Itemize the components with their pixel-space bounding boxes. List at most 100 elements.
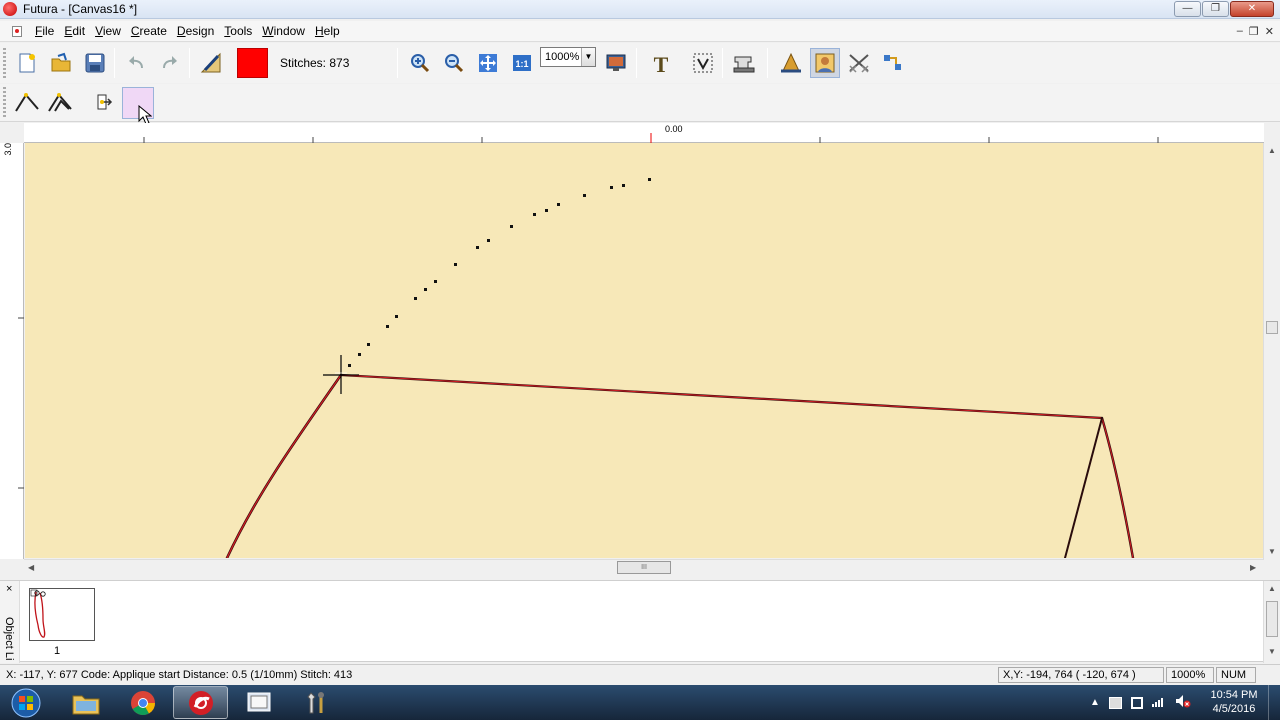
sew-machine-button[interactable] — [729, 48, 759, 78]
object-list-scroll-thumb[interactable] — [1266, 601, 1278, 637]
toolbar-separator — [722, 48, 723, 78]
horizontal-ruler: 0.00 — [24, 123, 1264, 143]
menu-edit[interactable]: Edit — [59, 24, 90, 38]
zoom-level-select[interactable]: 1000% ▼ — [540, 47, 596, 67]
scroll-right-icon[interactable]: ▶ — [1250, 563, 1256, 572]
menu-design[interactable]: Design — [172, 24, 219, 38]
vertical-scroll-thumb[interactable] — [1266, 321, 1278, 334]
sewing-machine-icon — [733, 56, 755, 73]
show-desktop-button[interactable] — [1268, 685, 1280, 720]
toolbar-grip[interactable] — [3, 87, 6, 117]
chevron-down-icon[interactable]: ▼ — [581, 48, 595, 66]
design-canvas[interactable] — [25, 143, 1263, 558]
canvas-horizontal-scrollbar[interactable]: ◀ III ▶ — [24, 559, 1264, 575]
scroll-down-icon[interactable]: ▼ — [1268, 647, 1276, 656]
cross-stitch-button[interactable] — [844, 48, 874, 78]
taskbar-window-group[interactable] — [231, 686, 286, 719]
scroll-up-icon[interactable]: ▲ — [1268, 584, 1276, 593]
insert-point-button[interactable] — [88, 87, 118, 117]
wizard-hat-icon — [781, 52, 801, 73]
tray-device-icon[interactable] — [1130, 696, 1143, 709]
close-button[interactable]: ✕ — [1230, 1, 1274, 17]
tools-icon — [306, 691, 324, 713]
document-icon[interactable] — [12, 25, 22, 37]
redo-button[interactable] — [155, 48, 185, 78]
canvas-vertical-scrollbar[interactable]: ▲ ▼ — [1263, 143, 1280, 559]
status-numlock: NUM — [1216, 667, 1256, 683]
volume-muted-icon[interactable] — [1175, 694, 1191, 711]
undo-arrow-icon — [129, 56, 143, 69]
undo-button[interactable] — [121, 48, 151, 78]
window-stack-icon — [247, 692, 270, 711]
toolbar-separator — [767, 48, 768, 78]
open-folder-icon — [51, 52, 71, 72]
select-region-button[interactable] — [688, 48, 718, 78]
minimize-button[interactable]: — — [1174, 1, 1201, 17]
scroll-left-icon[interactable]: ◀ — [28, 563, 34, 572]
network-signal-icon[interactable] — [1151, 695, 1166, 710]
object-list-sidebar: × Object Li — [0, 581, 20, 663]
taskbar-explorer[interactable] — [58, 686, 113, 719]
scroll-down-icon[interactable]: ▼ — [1268, 547, 1276, 556]
new-file-icon — [19, 53, 35, 73]
menu-view[interactable]: View — [90, 24, 126, 38]
object-list-scrollbar[interactable]: ▲ ▼ — [1263, 581, 1280, 663]
mdi-controls: – ❐ ✕ — [1237, 25, 1274, 38]
status-bar: X: -117, Y: 677 Code: Applique start Dis… — [0, 664, 1280, 684]
app-icon — [3, 2, 17, 16]
save-disk-icon — [85, 53, 105, 73]
new-button[interactable] — [12, 48, 42, 78]
measure-button[interactable] — [196, 48, 226, 78]
window-controls: — ❐ ✕ — [1174, 1, 1274, 17]
fit-arrows-icon — [479, 54, 497, 72]
canvas-area: 0.00 3.0 ▲ ▼ ◀ III ▶ — [0, 123, 1280, 576]
wizard-button[interactable] — [776, 48, 806, 78]
menu-file[interactable]: File — [30, 24, 59, 38]
ruler-origin-label: 0.00 — [665, 124, 683, 134]
object-number: 1 — [54, 645, 61, 657]
horizontal-scroll-thumb[interactable]: III — [617, 561, 671, 574]
svg-text:1:1: 1:1 — [515, 59, 528, 69]
zoom-fit-button[interactable] — [473, 48, 503, 78]
menu-tools[interactable]: Tools — [219, 24, 257, 38]
applique-tool-button[interactable] — [122, 87, 154, 125]
tray-expand-icon[interactable]: ▲ — [1090, 697, 1100, 708]
menu-window[interactable]: Window — [257, 24, 310, 38]
start-button[interactable] — [4, 686, 48, 719]
taskbar-chrome[interactable] — [115, 686, 170, 719]
zoom-in-button[interactable] — [405, 48, 435, 78]
crosshair-cursor — [323, 355, 359, 394]
taskbar-tools[interactable] — [289, 686, 344, 719]
open-button[interactable] — [46, 48, 76, 78]
object-thumbnail[interactable] — [29, 588, 95, 641]
taskbar-clock[interactable]: 10:54 PM 4/5/2016 — [1205, 688, 1263, 716]
dashed-select-icon — [693, 53, 713, 73]
scroll-up-icon[interactable]: ▲ — [1268, 146, 1276, 155]
photo-stitch-button[interactable] — [810, 48, 840, 78]
sequence-arrows-icon — [884, 55, 901, 70]
mdi-minimize-button[interactable]: – — [1237, 25, 1243, 38]
preview-button[interactable] — [601, 48, 631, 78]
save-button[interactable] — [80, 48, 110, 78]
menu-help[interactable]: Help — [310, 24, 345, 38]
taskbar-futura[interactable] — [173, 686, 228, 719]
zoom-actual-button[interactable]: 1:1 — [507, 48, 537, 78]
sequence-button[interactable] — [878, 48, 908, 78]
close-panel-icon[interactable]: × — [6, 583, 12, 595]
tray-app-icon[interactable] — [1108, 696, 1122, 709]
thread-color-swatch[interactable] — [237, 48, 268, 78]
window-title: Futura - [Canvas16 *] — [23, 2, 138, 16]
mdi-restore-button[interactable]: ❐ — [1249, 25, 1259, 38]
text-tool-button[interactable]: T — [646, 48, 676, 78]
toolbar-grip[interactable] — [3, 48, 6, 78]
windows-logo-icon — [11, 688, 41, 717]
zoom-out-button[interactable] — [439, 48, 469, 78]
applique-outline — [225, 373, 1135, 558]
menu-create[interactable]: Create — [126, 24, 172, 38]
svg-text:T: T — [654, 52, 669, 75]
zoom-in-icon — [411, 54, 430, 73]
mdi-close-button[interactable]: ✕ — [1265, 25, 1274, 38]
maximize-button[interactable]: ❐ — [1202, 1, 1229, 17]
satin-stitch-button[interactable] — [46, 87, 76, 117]
running-stitch-button[interactable] — [12, 87, 42, 117]
